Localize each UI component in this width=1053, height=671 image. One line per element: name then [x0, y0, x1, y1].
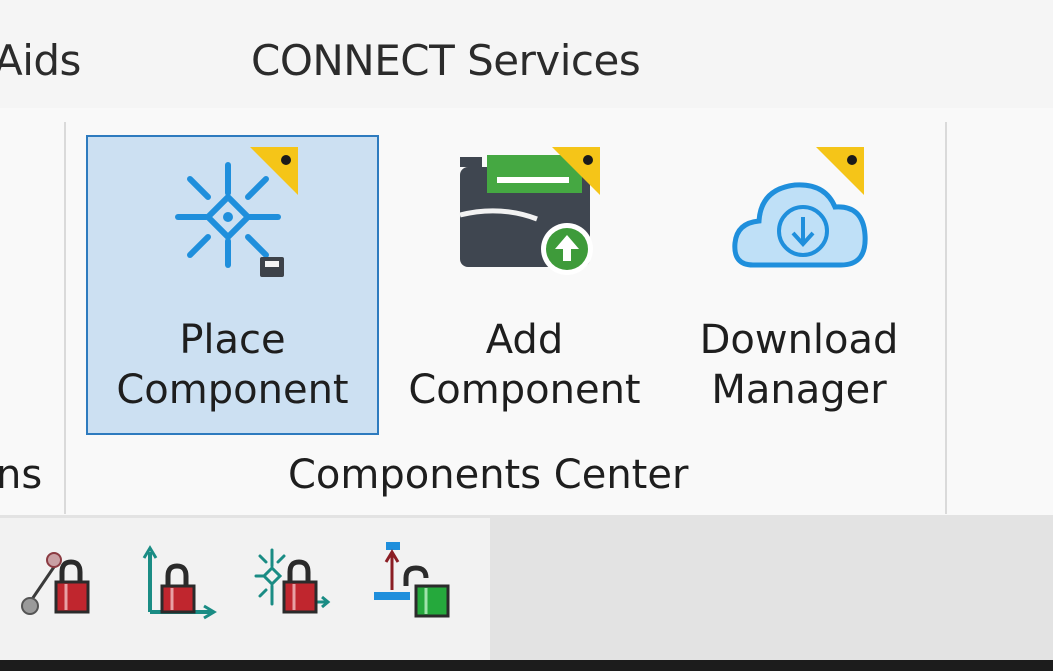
place-component-icon: [175, 147, 298, 277]
place-component-label-line1: Place: [179, 317, 286, 363]
lock-unlock-icon[interactable]: [372, 542, 450, 620]
lock-snap-icon[interactable]: [254, 542, 332, 620]
locks-toolbar: [0, 518, 490, 660]
place-component-button[interactable]: Place Component: [86, 135, 379, 435]
download-manager-button[interactable]: Download Manager: [674, 135, 924, 435]
add-component-label-line1: Add: [485, 317, 564, 363]
download-manager-label-line1: Download: [699, 317, 899, 363]
add-component-label-line2: Component: [408, 367, 641, 413]
download-cloud-icon: [732, 147, 868, 268]
group-separator-right: [945, 122, 947, 514]
lock-pivot-icon[interactable]: [18, 542, 96, 620]
partial-group-label: ns: [0, 452, 43, 498]
bottom-border: [0, 660, 1053, 671]
tab-partial[interactable]: Aids: [0, 36, 81, 85]
add-component-icon: [459, 147, 600, 275]
components-center-group-label: Components Center: [288, 452, 689, 498]
lock-axis-icon[interactable]: [140, 542, 218, 620]
group-separator-left: [64, 122, 66, 514]
download-manager-label-line2: Manager: [711, 367, 887, 413]
ribbon-tab-strip: Aids CONNECT Services: [0, 0, 1053, 109]
add-component-button[interactable]: Add Component: [383, 135, 666, 435]
place-component-label-line2: Component: [116, 367, 349, 413]
tab-connect-services[interactable]: CONNECT Services: [251, 36, 641, 85]
ribbon-panel: ns Place Component Add Component Downloa…: [0, 108, 1053, 515]
